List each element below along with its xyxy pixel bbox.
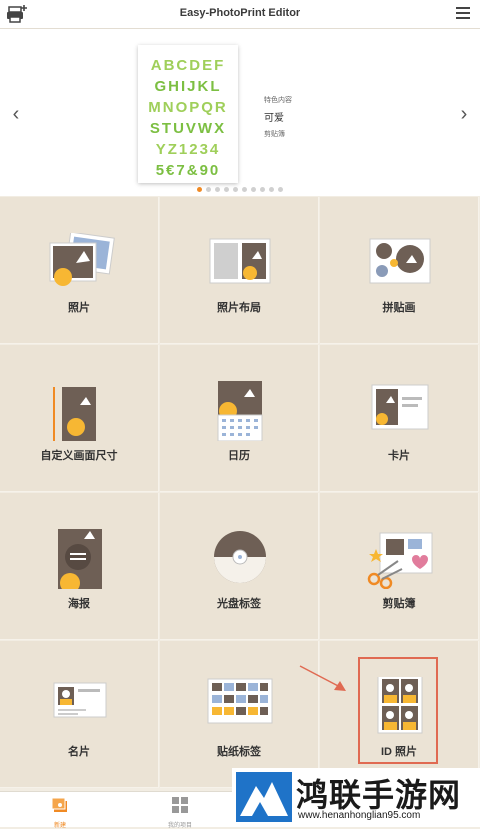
hamburger-menu-icon[interactable] [456,7,470,19]
photo-icon [49,233,115,286]
featured-item-info: 特色内容 可爱 剪贴簿 [264,95,292,139]
carousel-dot[interactable] [269,187,274,192]
font-sample-row: 5€7&90 [155,162,221,179]
poster-icon [58,529,102,589]
carousel-dot[interactable] [197,187,202,192]
carousel-dot[interactable] [233,187,238,192]
collage-icon [369,238,431,284]
watermark-url: www.henanhonglian95.com [298,810,421,821]
tile-scrapbook[interactable]: 剪贴簿 [320,493,479,640]
business-card-icon [53,682,107,718]
tile-business-card[interactable]: 名片 [0,641,159,788]
chevron-left-icon[interactable]: ‹ [7,103,25,125]
tile-label: 海报 [68,598,90,610]
tile-label: 贴纸标签 [217,746,261,758]
sticker-icon [207,678,273,724]
chevron-right-icon[interactable]: › [455,103,473,125]
tile-card[interactable]: 卡片 [320,345,479,492]
new-icon [51,797,67,812]
nav-my-projects[interactable]: 我的项目 [162,796,198,829]
nav-new-label: 新建 [53,823,66,829]
watermark-logo-icon [236,772,292,822]
featured-item-thumbnail[interactable]: ABCDEF GHIJKL MNOPQR STUVWX YZ1234 5€7&9… [138,45,238,183]
font-sample-row: GHIJKL [154,78,222,95]
tile-poster[interactable]: 海报 [0,493,159,640]
annotation-highlight-box [358,657,438,764]
tile-custom-size[interactable]: 自定义画面尺寸 [0,345,159,492]
carousel-dot[interactable] [224,187,229,192]
scrapbook-icon [367,532,433,589]
tile-label: 照片布局 [217,302,261,314]
carousel-dot[interactable] [251,187,256,192]
carousel-dot[interactable] [260,187,265,192]
top-bar: Easy-PhotoPrint Editor [0,0,480,29]
font-sample-row: YZ1234 [155,141,221,158]
tile-collage[interactable]: 拼贴画 [320,197,479,344]
calendar-icon [217,381,263,441]
carousel-dot[interactable] [215,187,220,192]
tile-label: 拼贴画 [382,302,416,314]
nav-my-projects-label: 我的项目 [167,823,192,829]
carousel-dot[interactable] [278,187,283,192]
app-title: Easy-PhotoPrint Editor [179,7,301,19]
font-sample-row: ABCDEF [150,57,226,74]
card-icon [371,384,429,430]
carousel-dot[interactable] [206,187,211,192]
font-sample-row: MNOPQR [148,99,228,116]
tile-photo-layout[interactable]: 照片布局 [160,197,319,344]
tile-label: 剪贴簿 [382,598,416,610]
tile-label: 光盘标签 [217,598,261,610]
tile-disc-label[interactable]: 光盘标签 [160,493,319,640]
annotation-arrow-icon [299,665,346,691]
tile-sticker[interactable]: 贴纸标签 [160,641,319,788]
nav-new[interactable]: 新建 [42,796,78,829]
featured-subtitle: 剪贴簿 [264,131,285,138]
featured-name: 可爱 [264,113,284,124]
site-watermark: 鸿联手游网 www.henanhonglian95.com [232,768,480,826]
tile-label: 日历 [228,450,250,462]
tile-label: 照片 [68,302,90,314]
photo-layout-icon [209,238,271,284]
tile-photo[interactable]: 照片 [0,197,159,344]
tile-label: 名片 [68,746,90,758]
disc-label-icon [214,531,266,583]
featured-carousel: ‹ ABCDEF GHIJKL MNOPQR STUVWX YZ1234 5€7… [0,29,480,196]
grid-icon [172,797,188,813]
font-sample-row: STUVWX [149,120,227,137]
carousel-page-dots [0,187,480,192]
carousel-dot[interactable] [242,187,247,192]
featured-category: 特色内容 [264,97,292,104]
tile-label: 自定义画面尺寸 [40,450,118,462]
tile-calendar[interactable]: 日历 [160,345,319,492]
custom-size-icon [53,387,96,441]
tile-label: 卡片 [388,450,410,462]
